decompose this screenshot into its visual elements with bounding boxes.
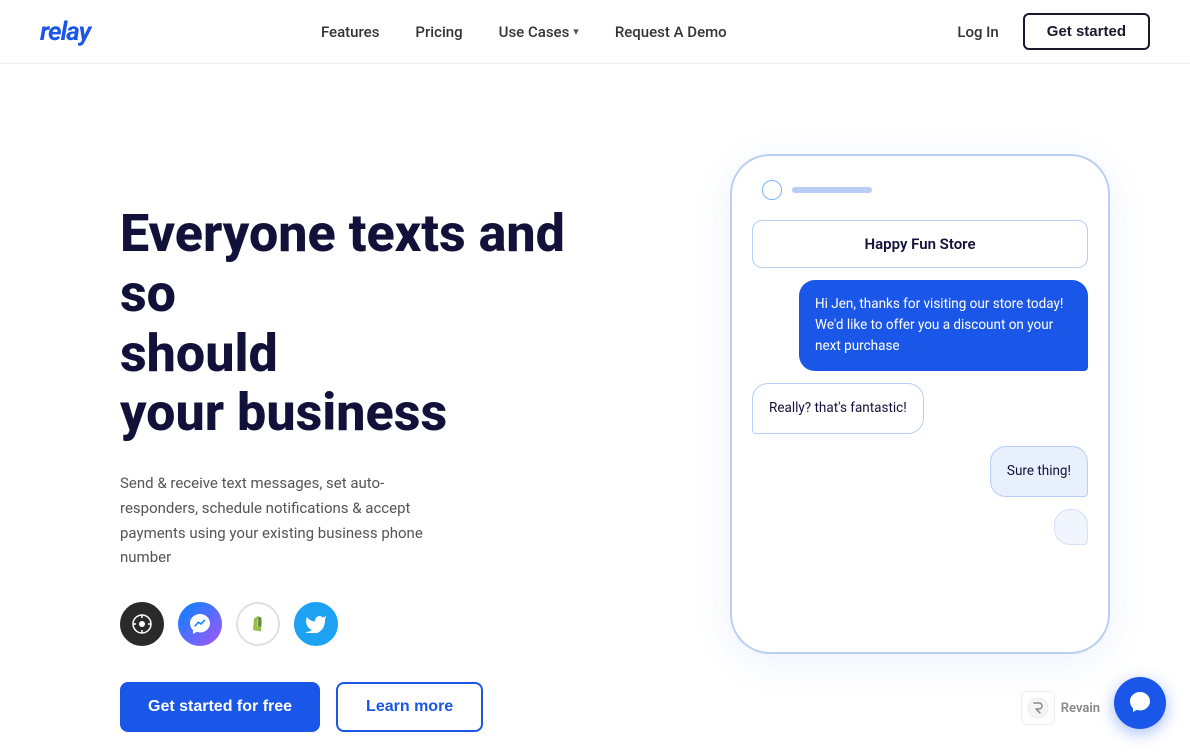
chat-message-2: Really? that's fantastic! — [752, 383, 924, 434]
hero-section: Everyone texts and so should your busine… — [0, 64, 1190, 753]
nav-links: Features Pricing Use Cases ▾ Request A D… — [321, 23, 727, 41]
nav-right: Log In Get started — [957, 13, 1150, 50]
hero-title: Everyone texts and so should your busine… — [120, 204, 600, 443]
login-link[interactable]: Log In — [957, 23, 998, 41]
revain-logo — [1021, 691, 1055, 725]
phone-camera-dot — [762, 180, 782, 200]
nav-pricing[interactable]: Pricing — [415, 23, 462, 41]
integration-icons — [120, 602, 600, 646]
chat-widget[interactable] — [1114, 677, 1166, 729]
phone-speaker-bar — [792, 187, 872, 193]
hero-subtitle: Send & receive text messages, set auto-r… — [120, 471, 460, 570]
chat-container: Happy Fun Store Hi Jen, thanks for visit… — [752, 220, 1088, 545]
chevron-down-icon: ▾ — [573, 25, 579, 38]
nav-features[interactable]: Features — [321, 23, 379, 41]
phone-top-bar — [752, 180, 1088, 220]
chat-message-4 — [1054, 509, 1088, 545]
logo[interactable]: relay — [40, 17, 90, 47]
hero-right: Happy Fun Store Hi Jen, thanks for visit… — [710, 144, 1130, 654]
chat-message-3: Sure thing! — [990, 446, 1088, 497]
chat-store-header: Happy Fun Store — [752, 220, 1088, 268]
revain-badge[interactable]: Revain — [1021, 691, 1100, 725]
learn-more-button[interactable]: Learn more — [336, 682, 483, 732]
hero-left: Everyone texts and so should your busine… — [120, 144, 600, 732]
phone-mockup: Happy Fun Store Hi Jen, thanks for visit… — [730, 154, 1110, 654]
twitter-icon — [294, 602, 338, 646]
messenger-icon — [178, 602, 222, 646]
shopify-icon — [236, 602, 280, 646]
navbar: relay Features Pricing Use Cases ▾ Reque… — [0, 0, 1190, 64]
nav-use-cases[interactable]: Use Cases ▾ — [499, 23, 579, 41]
get-started-free-button[interactable]: Get started for free — [120, 682, 320, 732]
revain-text: Revain — [1061, 701, 1100, 716]
cta-buttons: Get started for free Learn more — [120, 682, 600, 732]
chat-message-1: Hi Jen, thanks for visiting our store to… — [799, 280, 1088, 371]
get-started-button[interactable]: Get started — [1023, 13, 1150, 50]
hub-icon — [120, 602, 164, 646]
chat-widget-icon — [1127, 690, 1153, 716]
nav-demo[interactable]: Request A Demo — [615, 23, 727, 41]
